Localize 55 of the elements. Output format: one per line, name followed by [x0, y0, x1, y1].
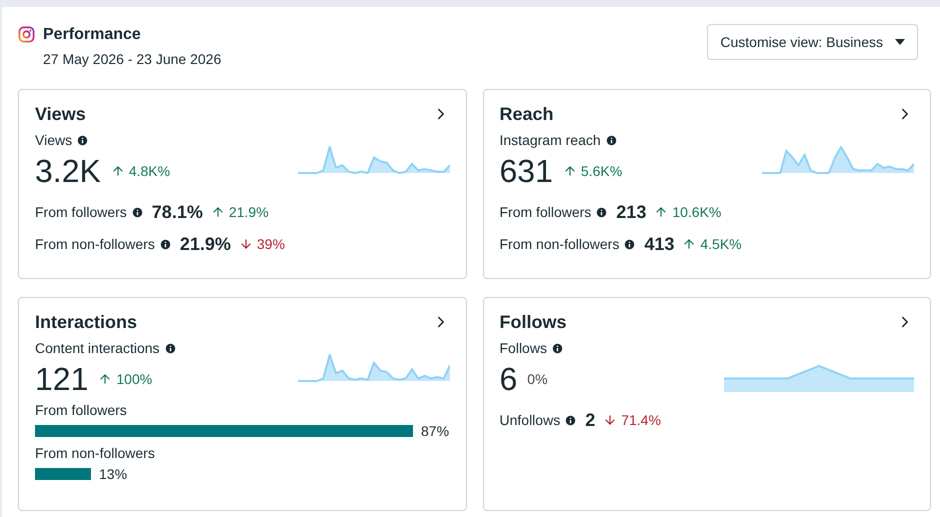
metric-value: 6 — [500, 361, 518, 397]
change-percent: 39% — [256, 234, 285, 254]
arrow-up-icon — [110, 164, 125, 178]
info-icon — [550, 342, 564, 355]
section-title: Performance — [43, 25, 142, 45]
breakdown-value: 21.9% — [180, 232, 231, 256]
arrow-down-icon — [238, 237, 253, 251]
info-icon — [604, 134, 618, 147]
metric-label: Instagram reach — [500, 131, 601, 150]
card-title: Views — [35, 103, 86, 126]
breakdown-label: From followers — [35, 401, 128, 419]
breakdown-label: From followers — [500, 202, 592, 222]
info-icon — [623, 238, 636, 250]
metric-value: 121 — [35, 361, 88, 397]
change-percent: 4.8K% — [128, 162, 170, 180]
card-title: Follows — [500, 311, 566, 334]
breakdown-label: From non-followers — [500, 234, 620, 254]
metric-label: Content interactions — [35, 339, 160, 358]
change-percent: 21.9% — [228, 202, 269, 222]
customise-view-dropdown[interactable]: Customise view: Business — [707, 24, 918, 60]
arrow-up-icon — [210, 205, 225, 219]
change-percent: 10.6K% — [672, 202, 722, 222]
card-title: Reach — [500, 103, 554, 126]
breakdown-label: From non-followers — [35, 234, 155, 254]
change-percent: 0% — [527, 370, 548, 388]
breakdown-label: From followers — [35, 202, 127, 222]
breakdown-label: Unfollows — [500, 410, 560, 430]
breakdown-value: 78.1% — [152, 200, 203, 224]
change-percent: 100% — [116, 370, 152, 388]
breakdown-value: 2 — [585, 408, 596, 432]
date-range: 27 May 2026 - 23 June 2026 — [43, 50, 222, 69]
info-icon — [76, 134, 90, 147]
change-percent: 71.4% — [621, 410, 661, 430]
breakdown-value: 413 — [644, 232, 674, 256]
change-percent: 4.5K% — [700, 234, 742, 254]
arrow-down-icon — [603, 413, 618, 427]
info-icon — [595, 206, 608, 218]
metric-label: Follows — [500, 339, 547, 358]
metric-label: Views — [35, 131, 72, 150]
percent-reading: 13% — [99, 465, 128, 483]
camera-icon — [18, 26, 35, 43]
metric-value: 631 — [500, 153, 553, 189]
card-title: Interactions — [35, 311, 138, 334]
info-icon — [130, 206, 144, 218]
breakdown-value: 213 — [616, 200, 646, 224]
info-icon — [158, 238, 172, 250]
share-bar — [35, 468, 91, 480]
percent-reading: 87% — [421, 422, 450, 440]
change-percent: 5.6K% — [580, 162, 622, 180]
metric-value: 3.2K — [35, 153, 101, 189]
info-icon — [164, 342, 177, 355]
caret-down-icon — [895, 39, 905, 45]
breakdown-label: From non-followers — [35, 444, 156, 462]
arrow-up-icon — [654, 205, 668, 219]
info-icon — [564, 414, 578, 426]
